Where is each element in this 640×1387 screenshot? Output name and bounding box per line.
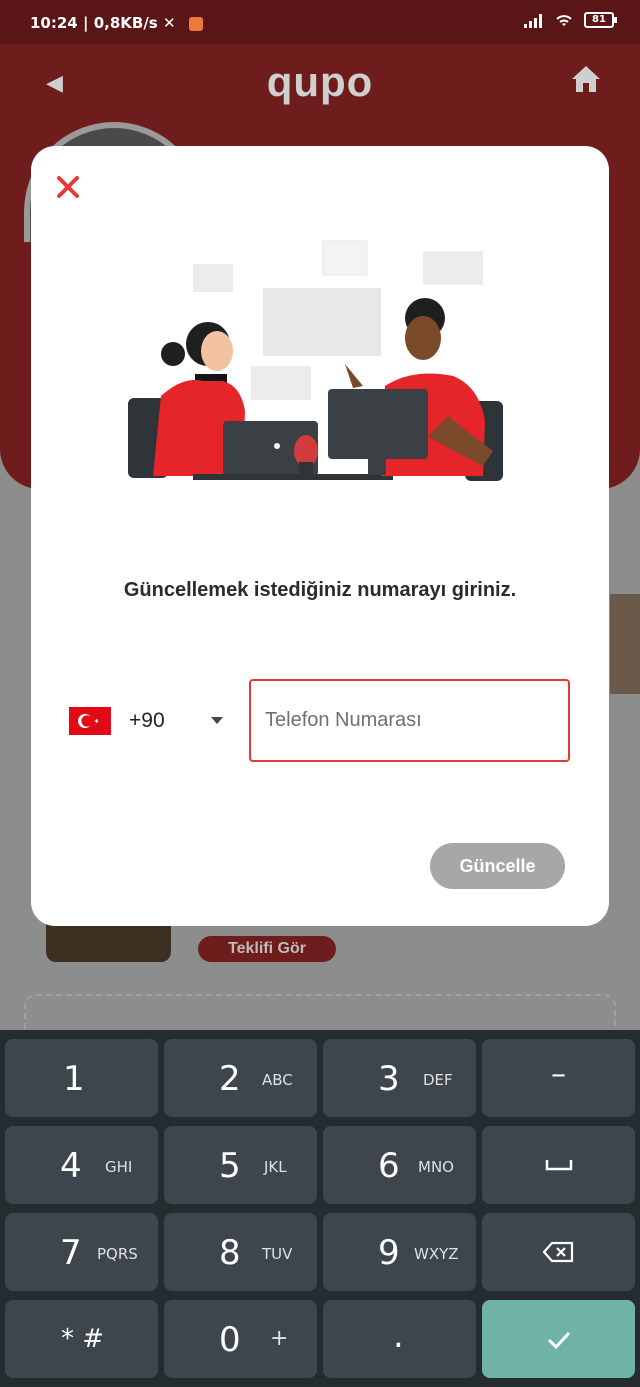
signal-icon	[524, 12, 544, 28]
key-minus[interactable]: –	[482, 1039, 635, 1117]
key-letters: ABC	[262, 1071, 293, 1089]
key-5[interactable]: 5 JKL	[164, 1126, 317, 1204]
key-enter[interactable]	[482, 1300, 635, 1378]
key-7[interactable]: 7 PQRS	[5, 1213, 158, 1291]
key-8[interactable]: 8 TUV	[164, 1213, 317, 1291]
clock: 10:24	[30, 14, 78, 32]
dialog-prompt: Güncellemek istediğiniz numarayı giriniz…	[123, 579, 517, 601]
office-illustration	[128, 240, 503, 481]
key-letters: MNO	[418, 1158, 454, 1176]
status-time: 10:24 | 0,8KB/s ✕	[30, 14, 203, 32]
update-phone-dialog: Güncellemek istediğiniz numarayı giriniz…	[31, 146, 609, 926]
battery-level: 81	[592, 14, 606, 25]
key-digit: .	[393, 1316, 404, 1356]
key-letters: TUV	[262, 1245, 293, 1263]
minus-symbol: –	[551, 1057, 566, 1092]
key-digit: 9	[378, 1233, 400, 1273]
key-digit: 0	[219, 1320, 241, 1360]
turkey-flag-icon	[69, 707, 111, 735]
key-digit: 8	[219, 1233, 241, 1273]
home-icon[interactable]	[570, 64, 602, 94]
status-bar: 10:24 | 0,8KB/s ✕ 81	[0, 0, 640, 44]
numeric-keyboard: 1 2 ABC 3 DEF – 4 GHI 5 JKL 6 MNO 7 PQRS…	[0, 1030, 640, 1387]
backspace-icon	[542, 1241, 574, 1263]
mute-icon: ✕	[162, 14, 176, 32]
screen-record-icon	[188, 16, 203, 31]
key-digit: 7	[60, 1233, 82, 1273]
key-digit: * #	[61, 1324, 105, 1354]
wifi-icon	[556, 15, 572, 26]
key-2[interactable]: 2 ABC	[164, 1039, 317, 1117]
key-letters: GHI	[105, 1158, 133, 1176]
key-4[interactable]: 4 GHI	[5, 1126, 158, 1204]
key-3[interactable]: 3 DEF	[323, 1039, 476, 1117]
key-digit: 1	[63, 1059, 85, 1099]
status-icons: 81	[524, 12, 617, 28]
country-code: +90	[129, 709, 165, 732]
key-letters: DEF	[423, 1071, 453, 1089]
key-dot[interactable]: .	[323, 1300, 476, 1378]
key-digit: 6	[378, 1146, 400, 1186]
close-icon[interactable]	[53, 172, 83, 202]
key-backspace[interactable]	[482, 1213, 635, 1291]
key-digit: 4	[60, 1146, 82, 1186]
key-digit: 3	[378, 1059, 400, 1099]
chevron-down-icon	[211, 717, 223, 724]
key-1[interactable]: 1	[5, 1039, 158, 1117]
app-logo: qupo	[266, 58, 374, 105]
key-letters: JKL	[264, 1158, 287, 1176]
side-card-image	[610, 594, 640, 694]
view-offer-button[interactable]: Teklifi Gör	[198, 936, 336, 962]
key-6[interactable]: 6 MNO	[323, 1126, 476, 1204]
country-code-selector[interactable]: +90	[69, 706, 229, 736]
key-9[interactable]: 9 WXYZ	[323, 1213, 476, 1291]
network-speed: 0,8KB/s	[93, 14, 158, 32]
key-0[interactable]: 0 +	[164, 1300, 317, 1378]
key-space[interactable]	[482, 1126, 635, 1204]
key-letters: WXYZ	[414, 1245, 459, 1263]
space-icon	[545, 1160, 573, 1171]
key-letters: +	[270, 1326, 289, 1351]
key-letters: PQRS	[97, 1245, 138, 1263]
check-icon	[547, 1331, 571, 1350]
key-star-hash[interactable]: * #	[5, 1300, 158, 1378]
key-digit: 2	[219, 1059, 241, 1099]
key-digit: 5	[219, 1146, 241, 1186]
update-button[interactable]: Güncelle	[430, 843, 565, 889]
battery-icon: 81	[584, 12, 617, 28]
phone-number-input[interactable]	[249, 679, 570, 762]
